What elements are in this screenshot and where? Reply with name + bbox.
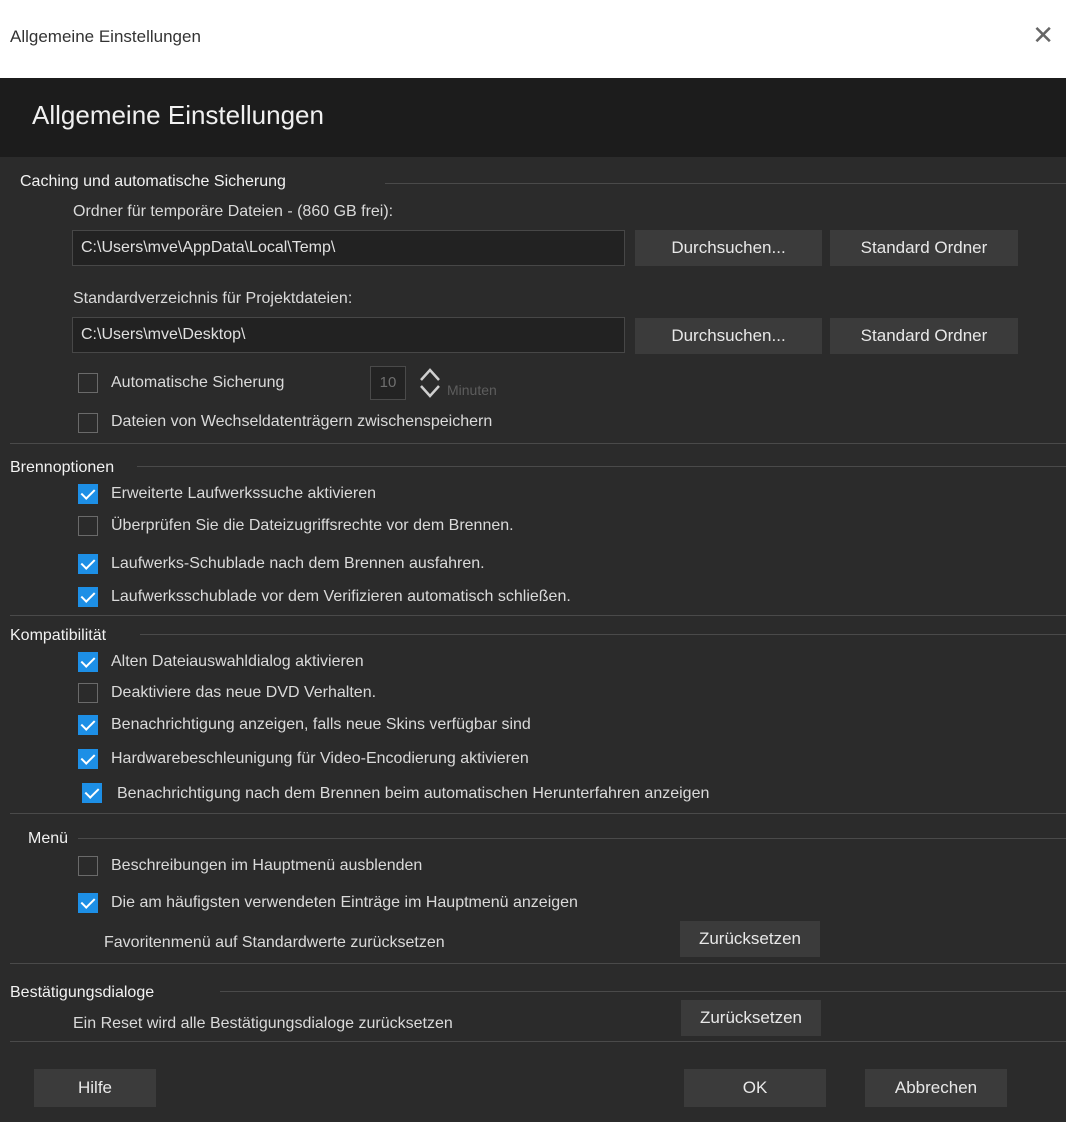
burn-option-checkbox[interactable] [78, 484, 98, 504]
compat-option-label: Benachrichtigung anzeigen, falls neue Sk… [111, 716, 531, 733]
burn-option-label: Laufwerksschublade vor dem Verifizieren … [111, 588, 571, 605]
dialog-header: Allgemeine Einstellungen [0, 78, 1066, 157]
minutes-label: Minuten [447, 382, 497, 398]
burn-option-checkbox[interactable] [78, 554, 98, 574]
project-folder-field[interactable]: C:\Users\mve\Desktop\ [72, 317, 625, 353]
burn-option-label: Erweiterte Laufwerkssuche aktivieren [111, 485, 377, 502]
section-divider [10, 615, 1066, 616]
menu-option-checkbox[interactable] [78, 856, 98, 876]
burn-option-label: Überprüfen Sie die Dateizugriffsrechte v… [111, 517, 514, 534]
cancel-button[interactable]: Abbrechen [865, 1069, 1007, 1107]
removable-cache-label: Dateien von Wechseldatenträgern zwischen… [111, 413, 493, 430]
help-button[interactable]: Hilfe [34, 1069, 156, 1107]
default-temp-folder-button[interactable]: Standard Ordner [830, 230, 1018, 266]
section-burn-heading: Brennoptionen [10, 459, 115, 476]
section-divider [140, 634, 1066, 635]
compat-option-label: Benachrichtigung nach dem Brennen beim a… [117, 785, 710, 802]
removable-cache-checkbox[interactable] [78, 413, 98, 433]
confirm-reset-text: Ein Reset wird alle Bestätigungsdialoge … [73, 1015, 453, 1032]
temp-folder-label: Ordner für temporäre Dateien - (860 GB f… [73, 203, 394, 220]
section-divider [78, 838, 1066, 839]
section-divider [137, 466, 1066, 467]
menu-option-label: Beschreibungen im Hauptmenü ausblenden [111, 857, 423, 874]
window-title: Allgemeine Einstellungen [10, 27, 201, 46]
section-divider [10, 1041, 1066, 1042]
ok-button[interactable]: OK [684, 1069, 826, 1107]
section-menu-heading: Menü [28, 830, 69, 847]
section-caching-heading: Caching und automatische Sicherung [20, 173, 286, 190]
burn-option-checkbox[interactable] [78, 587, 98, 607]
browse-temp-button[interactable]: Durchsuchen... [635, 230, 822, 266]
autosave-label: Automatische Sicherung [111, 374, 285, 391]
burn-option-checkbox[interactable] [78, 516, 98, 536]
default-project-folder-button[interactable]: Standard Ordner [830, 318, 1018, 354]
reset-favorites-button[interactable]: Zurücksetzen [680, 921, 820, 957]
section-compat-heading: Kompatibilität [10, 627, 107, 644]
compat-option-label: Deaktiviere das neue DVD Verhalten. [111, 684, 377, 701]
section-divider [10, 963, 1066, 964]
dialog-title: Allgemeine Einstellungen [32, 100, 324, 130]
compat-option-checkbox[interactable] [78, 715, 98, 735]
section-divider [10, 443, 1066, 444]
favorites-reset-label: Favoritenmenü auf Standardwerte zurückse… [104, 934, 445, 951]
compat-option-label: Alten Dateiauswahldialog aktivieren [111, 653, 364, 670]
spinner-arrows-icon[interactable] [418, 366, 442, 400]
menu-option-checkbox[interactable] [78, 893, 98, 913]
section-divider [385, 183, 1066, 184]
compat-option-checkbox[interactable] [78, 652, 98, 672]
reset-confirm-dialogs-button[interactable]: Zurücksetzen [681, 1000, 821, 1036]
menu-option-label: Die am häufigsten verwendeten Einträge i… [111, 894, 578, 911]
burn-option-label: Laufwerks-Schublade nach dem Brennen aus… [111, 555, 485, 572]
project-folder-label: Standardverzeichnis für Projektdateien: [73, 290, 353, 307]
compat-option-label: Hardwarebeschleunigung für Video-Encodie… [111, 750, 529, 767]
section-confirm-heading: Bestätigungsdialoge [10, 984, 155, 1001]
section-divider [10, 813, 1066, 814]
section-divider [220, 991, 1066, 992]
browse-project-button[interactable]: Durchsuchen... [635, 318, 822, 354]
autosave-checkbox[interactable] [78, 373, 98, 393]
autosave-minutes-input[interactable]: 10 [370, 366, 406, 400]
close-icon[interactable]: ✕ [1032, 20, 1054, 50]
compat-option-checkbox[interactable] [82, 783, 102, 803]
window-titlebar: Allgemeine Einstellungen ✕ [0, 0, 1066, 78]
compat-option-checkbox[interactable] [78, 749, 98, 769]
temp-folder-field[interactable]: C:\Users\mve\AppData\Local\Temp\ [72, 230, 625, 266]
compat-option-checkbox[interactable] [78, 683, 98, 703]
